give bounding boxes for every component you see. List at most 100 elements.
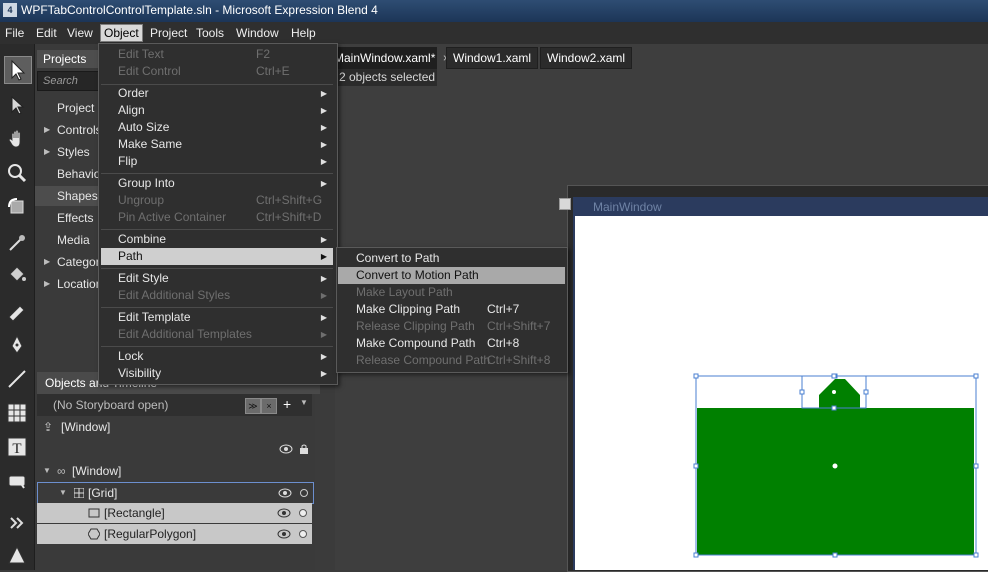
add-storyboard-icon[interactable]: + [283, 396, 291, 412]
artboard-canvas[interactable] [575, 216, 988, 570]
menu-item-align[interactable]: Align ▶ [101, 102, 333, 119]
menu-item-make-same[interactable]: Make Same ▶ [101, 136, 333, 153]
menu-tools[interactable]: Tools [193, 25, 227, 41]
green-regular-polygon[interactable] [819, 379, 860, 408]
shape-tool-icon[interactable] [4, 542, 30, 568]
menu-item-flip[interactable]: Flip ▶ [101, 153, 333, 170]
storyboard-options-icon[interactable]: ≫ [245, 398, 261, 414]
projects-tab[interactable]: Projects [37, 50, 98, 68]
expand-arrow-icon[interactable]: ▶ [44, 142, 50, 162]
tab-window2[interactable]: Window2.xaml [540, 47, 633, 69]
selection-tool-icon[interactable] [4, 56, 32, 84]
menu-edit[interactable]: Edit [33, 25, 60, 41]
menu-item-visibility[interactable]: Visibility ▶ [101, 365, 333, 382]
projects-search-input[interactable]: Search [37, 71, 107, 91]
menu-item-release-compound-path[interactable]: Release Compound Path Ctrl+Shift+8 [338, 352, 565, 369]
resize-handle[interactable] [693, 552, 699, 558]
eye-icon[interactable] [277, 508, 291, 518]
menu-item-lock[interactable]: Lock ▶ [101, 348, 333, 365]
tab-window1[interactable]: Window1.xaml [446, 47, 539, 69]
asset-tool-icon[interactable] [4, 468, 30, 494]
resize-handle[interactable] [832, 552, 838, 558]
menu-item-release-clipping-path[interactable]: Release Clipping Path Ctrl+Shift+7 [338, 318, 565, 335]
lock-icon[interactable] [299, 444, 309, 454]
green-rectangle[interactable] [697, 408, 974, 555]
paint-bucket-tool-icon[interactable] [4, 262, 30, 288]
menu-object[interactable]: Object [100, 24, 143, 42]
eyedropper-tool-icon[interactable] [4, 230, 30, 256]
menu-item-path[interactable]: Path ▶ [101, 248, 333, 265]
menu-project[interactable]: Project [147, 25, 190, 41]
close-storyboard-icon[interactable]: × [261, 398, 277, 414]
collapse-arrow-icon[interactable]: ▼ [59, 483, 67, 503]
object-row-window[interactable]: ▼ ∞ [Window] [37, 461, 312, 481]
resize-handle[interactable] [831, 373, 837, 379]
resize-handle[interactable] [973, 373, 979, 379]
resize-handle[interactable] [863, 389, 869, 395]
resize-handle[interactable] [973, 552, 979, 558]
menu-help[interactable]: Help [288, 25, 319, 41]
menu-window[interactable]: Window [233, 25, 282, 41]
direct-selection-tool-icon[interactable] [4, 92, 30, 118]
resize-handle[interactable] [831, 405, 837, 411]
object-row-regular-polygon[interactable]: [RegularPolygon] [37, 524, 312, 544]
lock-toggle-dot[interactable] [300, 489, 308, 497]
zoom-tool-icon[interactable] [4, 160, 30, 186]
menu-item-order[interactable]: Order ▶ [101, 85, 333, 102]
menu-item-edit-control[interactable]: Edit Control Ctrl+E [101, 63, 333, 80]
resize-handle[interactable] [973, 463, 979, 469]
menu-view[interactable]: View [64, 25, 96, 41]
menu-item-make-compound-path[interactable]: Make Compound Path Ctrl+8 [338, 335, 565, 352]
menu-item-auto-size[interactable]: Auto Size ▶ [101, 119, 333, 136]
projects-item-shapes[interactable]: Shapes [35, 186, 100, 206]
menu-item-edit-additional-styles[interactable]: Edit Additional Styles ▶ [101, 287, 333, 304]
menu-item-edit-style[interactable]: Edit Style ▶ [101, 270, 333, 287]
object-row-grid[interactable]: ▼ [Grid] [37, 482, 314, 504]
menu-item-group-into[interactable]: Group Into ▶ [101, 175, 333, 192]
projects-item-controls[interactable]: ▶ Controls [35, 120, 102, 140]
projects-item-behaviors[interactable]: Behavio [35, 164, 100, 184]
projects-item-locations[interactable]: ▶ Location [35, 274, 102, 294]
expand-arrow-icon[interactable]: ▶ [44, 274, 50, 294]
menu-item-edit-additional-templates[interactable]: Edit Additional Templates ▶ [101, 326, 333, 343]
eye-icon[interactable] [278, 488, 292, 498]
resize-handle[interactable] [693, 463, 699, 469]
menu-file[interactable]: File [2, 25, 27, 41]
text-tool-icon[interactable]: T [4, 434, 30, 460]
projects-item-media[interactable]: Media [35, 230, 100, 250]
pan-tool-icon[interactable] [4, 126, 30, 152]
grid-layout-tool-icon[interactable] [4, 400, 30, 426]
resize-handle[interactable] [799, 389, 805, 395]
menu-item-make-clipping-path[interactable]: Make Clipping Path Ctrl+7 [338, 301, 565, 318]
eye-icon[interactable] [279, 444, 293, 454]
menu-item-convert-to-motion-path[interactable]: Convert to Motion Path [338, 267, 565, 284]
tab-mainwindow[interactable]: MainWindow.xaml* × [327, 47, 450, 69]
menu-item-combine[interactable]: Combine ▶ [101, 231, 333, 248]
object-row-rectangle[interactable]: [Rectangle] [37, 503, 312, 523]
eye-icon[interactable] [277, 529, 291, 539]
menu-item-edit-template[interactable]: Edit Template ▶ [101, 309, 333, 326]
expand-arrow-icon[interactable]: ▶ [44, 120, 50, 140]
object-row-window-resource[interactable]: ⇪ [Window] [37, 417, 312, 437]
center-point-handle[interactable] [832, 463, 838, 469]
menu-item-ungroup[interactable]: Ungroup Ctrl+Shift+G [101, 192, 333, 209]
projects-item-styles[interactable]: ▶ Styles [35, 142, 100, 162]
projects-item-effects[interactable]: Effects [35, 208, 100, 228]
gradient-tool-icon[interactable] [4, 298, 30, 324]
projects-item-project[interactable]: Project [35, 98, 100, 118]
window-grip-icon[interactable] [559, 198, 571, 210]
expand-tools-icon[interactable] [4, 510, 30, 536]
polygon-center-handle[interactable] [832, 390, 836, 394]
line-tool-icon[interactable] [4, 366, 30, 392]
menu-item-make-layout-path[interactable]: Make Layout Path [338, 284, 565, 301]
chevron-down-icon[interactable]: ▼ [300, 398, 308, 407]
menu-item-pin-active-container[interactable]: Pin Active Container Ctrl+Shift+D [101, 209, 333, 226]
camera-orbit-tool-icon[interactable] [4, 194, 30, 220]
lock-toggle-dot[interactable] [299, 509, 307, 517]
resize-handle[interactable] [693, 373, 699, 379]
menu-item-edit-text[interactable]: Edit Text F2 [101, 46, 333, 63]
lock-toggle-dot[interactable] [299, 530, 307, 538]
menu-item-convert-to-path[interactable]: Convert to Path [338, 250, 565, 267]
storyboard-label[interactable]: (No Storyboard open) [53, 398, 168, 412]
pen-tool-icon[interactable] [4, 332, 30, 358]
